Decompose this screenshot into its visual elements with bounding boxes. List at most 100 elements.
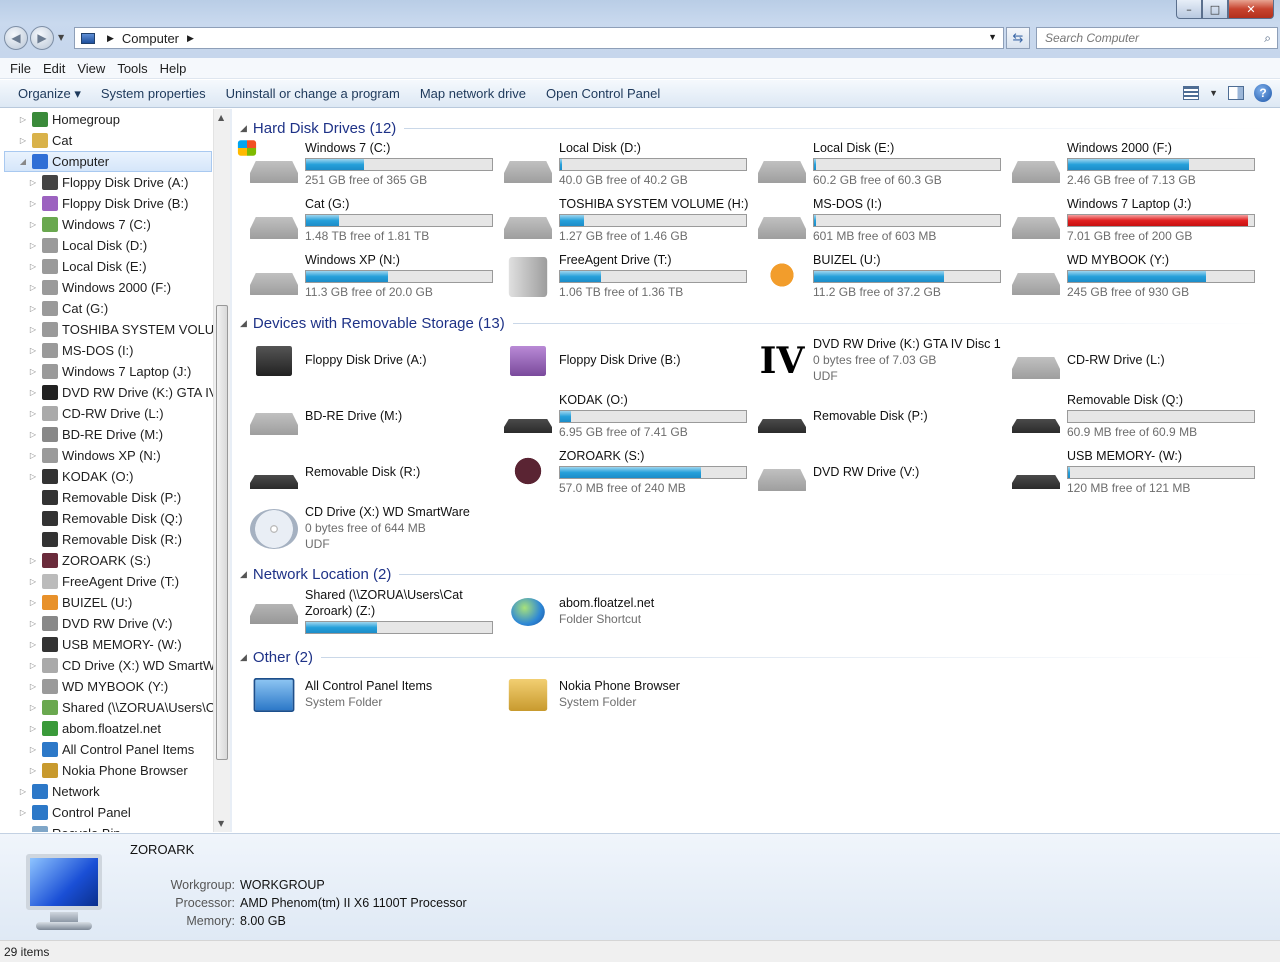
drive-tile[interactable]: All Control Panel Items System Folder	[234, 667, 484, 721]
drive-tile[interactable]: FreeAgent Drive (T:) 1.06 TB free of 1.36…	[488, 249, 747, 303]
close-button[interactable]: ✕	[1228, 0, 1274, 19]
nav-item[interactable]: ▷ DVD RW Drive (K:) GTA IV Dis	[28, 382, 229, 403]
expand-arrow-icon[interactable]: ▷	[18, 115, 28, 124]
nav-item[interactable]: ▷ Windows XP (N:)	[28, 445, 161, 466]
nav-item[interactable]: ▷ Network	[18, 781, 100, 802]
menu-file[interactable]: File	[4, 61, 37, 76]
expand-arrow-icon[interactable]: ▷	[28, 745, 38, 754]
drive-tile[interactable]: Floppy Disk Drive (B:)	[488, 333, 738, 387]
drive-tile[interactable]: USB MEMORY- (W:) 120 MB free of 121 MB	[996, 445, 1255, 499]
drive-tile[interactable]: BD-RE Drive (M:)	[234, 389, 484, 443]
view-dropdown-icon[interactable]: ▼	[1209, 88, 1218, 98]
drive-tile[interactable]: Removable Disk (R:)	[234, 445, 484, 499]
nav-item[interactable]: ◢ Computer	[4, 151, 212, 172]
search-input[interactable]: Search Computer ⌕	[1036, 27, 1278, 49]
nav-item[interactable]: ▷ Floppy Disk Drive (A:)	[28, 172, 188, 193]
scroll-thumb[interactable]	[216, 305, 228, 760]
nav-item[interactable]: ▷ All Control Panel Items	[28, 739, 194, 760]
menu-edit[interactable]: Edit	[37, 61, 71, 76]
nav-item[interactable]: ▷ Windows 7 Laptop (J:)	[28, 361, 191, 382]
change-view-icon[interactable]	[1183, 86, 1200, 100]
expand-arrow-icon[interactable]: ▷	[28, 640, 38, 649]
forward-button[interactable]: ▶	[30, 26, 54, 50]
nav-item[interactable]: ▷ Windows 2000 (F:)	[28, 277, 171, 298]
nav-item[interactable]: ▷ Shared (\\ZORUA\Users\Cat	[28, 697, 226, 718]
open-control-panel-button[interactable]: Open Control Panel	[536, 86, 670, 101]
drive-tile[interactable]: IV DVD RW Drive (K:) GTA IV Disc 1 UDF 0 by…	[742, 333, 1001, 387]
recent-pages-dropdown-icon[interactable]: ▼	[58, 33, 64, 42]
expand-arrow-icon[interactable]: ◢	[18, 157, 28, 166]
drive-tile[interactable]: Removable Disk (P:)	[742, 389, 992, 443]
nav-item[interactable]: ▷ CD Drive (X:) WD SmartWare	[28, 655, 229, 676]
collapse-arrow-icon[interactable]: ◢	[240, 652, 247, 663]
drive-tile[interactable]: Local Disk (E:) 60.2 GB free of 60.3 GB	[742, 137, 1001, 191]
drive-tile[interactable]: Windows XP (N:) 11.3 GB free of 20.0 GB	[234, 249, 493, 303]
menu-view[interactable]: View	[71, 61, 111, 76]
group-header[interactable]: ◢ Network Location (2)	[240, 564, 1270, 584]
nav-item[interactable]: ▷ Local Disk (D:)	[28, 235, 147, 256]
group-header[interactable]: ◢ Devices with Removable Storage (13)	[240, 313, 1270, 333]
expand-arrow-icon[interactable]: ▷	[28, 409, 38, 418]
minimize-button[interactable]: –	[1176, 0, 1202, 19]
scroll-down-icon[interactable]: ▼	[218, 819, 224, 828]
expand-arrow-icon[interactable]: ▷	[28, 178, 38, 187]
help-icon[interactable]: ?	[1254, 84, 1272, 102]
drive-tile[interactable]: Windows 7 Laptop (J:) 7.01 GB free of 200…	[996, 193, 1255, 247]
maximize-button[interactable]: □	[1202, 0, 1228, 19]
nav-item[interactable]: Removable Disk (P:)	[28, 487, 181, 508]
address-dropdown-icon[interactable]: ▼	[988, 32, 997, 42]
expand-arrow-icon[interactable]: ▷	[28, 325, 38, 334]
nav-item[interactable]: ▷ KODAK (O:)	[28, 466, 134, 487]
drive-tile[interactable]: MS-DOS (I:) 601 MB free of 603 MB	[742, 193, 1001, 247]
drive-tile[interactable]: KODAK (O:) 6.95 GB free of 7.41 GB	[488, 389, 747, 443]
drive-tile[interactable]: TOSHIBA SYSTEM VOLUME (H:) 1.27 GB free o…	[488, 193, 748, 247]
nav-item[interactable]: ▷ Homegroup	[18, 109, 120, 130]
nav-item[interactable]: ▷ WD MYBOOK (Y:)	[28, 676, 168, 697]
expand-arrow-icon[interactable]: ▷	[28, 430, 38, 439]
expand-arrow-icon[interactable]: ▷	[28, 472, 38, 481]
menu-tools[interactable]: Tools	[111, 61, 153, 76]
nav-item[interactable]: ▷ BD-RE Drive (M:)	[28, 424, 163, 445]
uninstall-program-button[interactable]: Uninstall or change a program	[216, 86, 410, 101]
back-button[interactable]: ◀	[4, 26, 28, 50]
expand-arrow-icon[interactable]: ▷	[28, 577, 38, 586]
expand-arrow-icon[interactable]: ▷	[18, 787, 28, 796]
drive-tile[interactable]: CD-RW Drive (L:)	[996, 333, 1246, 387]
map-network-drive-button[interactable]: Map network drive	[410, 86, 536, 101]
navigation-scrollbar[interactable]: ▲ ▼	[213, 109, 230, 832]
nav-item[interactable]: ▷ DVD RW Drive (V:)	[28, 613, 173, 634]
nav-item[interactable]: ▷ Local Disk (E:)	[28, 256, 147, 277]
drive-tile[interactable]: ZOROARK (S:) 57.0 MB free of 240 MB	[488, 445, 747, 499]
drive-tile[interactable]: Cat (G:) 1.48 TB free of 1.81 TB	[234, 193, 493, 247]
drive-tile[interactable]: Nokia Phone Browser System Folder	[488, 667, 738, 721]
menu-help[interactable]: Help	[154, 61, 193, 76]
expand-arrow-icon[interactable]: ▷	[28, 220, 38, 229]
drive-tile[interactable]: Floppy Disk Drive (A:)	[234, 333, 484, 387]
expand-arrow-icon[interactable]: ▷	[28, 724, 38, 733]
nav-item[interactable]: ▷ BUIZEL (U:)	[28, 592, 132, 613]
group-header[interactable]: ◢ Hard Disk Drives (12)	[240, 118, 1270, 138]
nav-item[interactable]: ▷ FreeAgent Drive (T:)	[28, 571, 179, 592]
drive-tile[interactable]: Shared (\\ZORUA\Users\Cat Zoroark) (Z:)	[234, 584, 493, 638]
system-properties-button[interactable]: System properties	[91, 86, 216, 101]
expand-arrow-icon[interactable]: ▷	[28, 766, 38, 775]
collapse-arrow-icon[interactable]: ◢	[240, 569, 247, 580]
expand-arrow-icon[interactable]: ▷	[18, 136, 28, 145]
collapse-arrow-icon[interactable]: ◢	[240, 318, 247, 329]
nav-item[interactable]: Removable Disk (Q:)	[28, 508, 183, 529]
nav-item[interactable]: Recycle Bin	[18, 823, 121, 832]
expand-arrow-icon[interactable]: ▷	[28, 619, 38, 628]
drive-tile[interactable]: Windows 2000 (F:) 2.46 GB free of 7.13 GB	[996, 137, 1255, 191]
expand-arrow-icon[interactable]: ▷	[28, 661, 38, 670]
preview-pane-icon[interactable]	[1228, 86, 1244, 100]
drive-tile[interactable]: WD MYBOOK (Y:) 245 GB free of 930 GB	[996, 249, 1255, 303]
collapse-arrow-icon[interactable]: ◢	[240, 123, 247, 134]
scroll-up-icon[interactable]: ▲	[218, 113, 224, 122]
nav-item[interactable]: ▷ Floppy Disk Drive (B:)	[28, 193, 188, 214]
expand-arrow-icon[interactable]: ▷	[28, 388, 38, 397]
expand-arrow-icon[interactable]: ▷	[28, 556, 38, 565]
nav-item[interactable]: ▷ TOSHIBA SYSTEM VOLUME (	[28, 319, 229, 340]
refresh-button[interactable]: ⇆	[1006, 27, 1030, 49]
nav-item[interactable]: Removable Disk (R:)	[28, 529, 182, 550]
organize-button[interactable]: Organize ▾	[8, 86, 91, 102]
